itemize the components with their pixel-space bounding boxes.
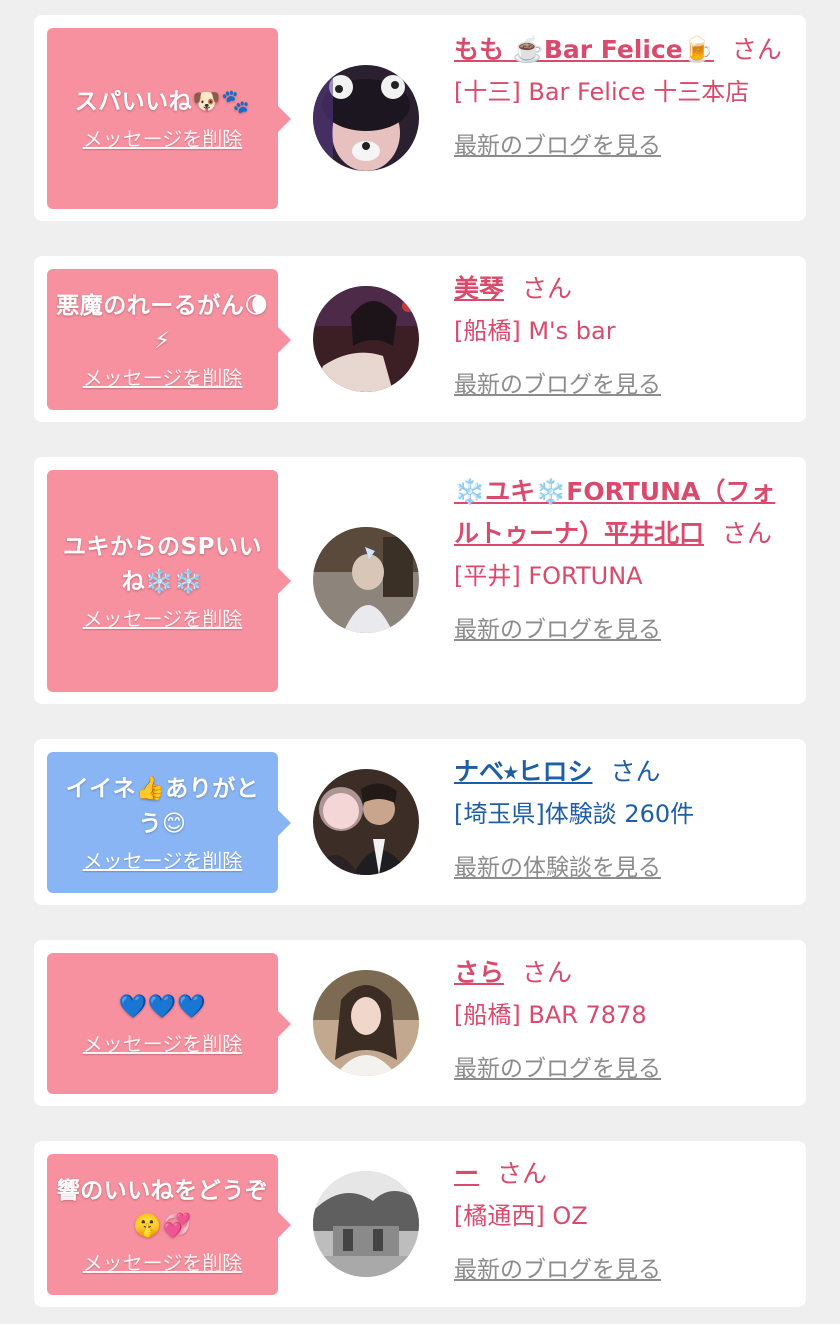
latest-blog-link[interactable]: 最新のブログを見る <box>454 1054 661 1084</box>
latest-blog-link[interactable]: 最新のブログを見る <box>454 615 661 645</box>
user-name-link[interactable]: もも ☕️Bar Felice🍺 <box>454 35 714 64</box>
list-item: スパいいね🐶🐾 メッセージを削除 もも ☕️Bar Felice🍺 さん [十三]… <box>34 15 806 221</box>
user-name-link[interactable]: 美琴 <box>454 274 504 303</box>
avatar[interactable] <box>313 286 419 392</box>
name-line: ーさん <box>454 1153 784 1195</box>
shop-label: [埼玉県]体験談 260件 <box>454 800 695 828</box>
honorific: さん <box>722 519 773 548</box>
delete-message-link[interactable]: メッセージを削除 <box>83 1250 243 1276</box>
user-info: ーさん [橘通西] OZ 最新のブログを見る <box>454 1153 784 1285</box>
message-text: ユキからのSPいいね❄️❄️ <box>63 534 262 595</box>
user-info: 美琴 さん [船橋] M's bar 最新のブログを見る <box>454 268 784 400</box>
name-line: ナベ⭑ヒロシ さん <box>454 751 784 793</box>
message-text: 響のいいねをどうぞ🤫💞 <box>56 1177 269 1239</box>
list-item: ユキからのSPいいね❄️❄️ メッセージを削除 ❄️ユキ❄️FORTUNA（フォ… <box>34 457 806 704</box>
message-text: 💙💙💙 <box>118 994 207 1020</box>
delete-message-link[interactable]: メッセージを削除 <box>83 848 243 874</box>
shop-label: [船橋] BAR 7878 <box>454 1001 647 1029</box>
list-item: 💙💙💙 メッセージを削除 さら さん [船橋] BAR 7878 最新のブログを見… <box>34 940 806 1106</box>
list-item: 響のいいねをどうぞ🤫💞 メッセージを削除 ーさん [橘通西] OZ 最新のブログ… <box>34 1141 806 1307</box>
user-name-link[interactable]: ナベ⭑ヒロシ <box>454 757 593 786</box>
delete-message-link[interactable]: メッセージを削除 <box>83 1031 243 1057</box>
list-item: イイネ👍ありがとう😊 メッセージを削除 ナベ⭑ヒロシ さん [埼玉県]体験談 26… <box>34 739 806 905</box>
message-bubble: 響のいいねをどうぞ🤫💞 メッセージを削除 <box>47 1154 291 1295</box>
message-bubble: 悪魔のれーるがん🌘⚡ メッセージを削除 <box>47 269 291 410</box>
user-name-link[interactable]: さら <box>454 958 504 987</box>
latest-review-link[interactable]: 最新の体験談を見る <box>454 853 661 883</box>
message-bubble: 💙💙💙 メッセージを削除 <box>47 953 291 1094</box>
latest-blog-link[interactable]: 最新のブログを見る <box>454 370 661 400</box>
avatar[interactable] <box>313 1171 419 1277</box>
message-bubble: ユキからのSPいいね❄️❄️ メッセージを削除 <box>47 470 291 692</box>
delete-message-link[interactable]: メッセージを削除 <box>83 126 243 152</box>
shop-label: [船橋] M's bar <box>454 317 616 345</box>
message-bubble: スパいいね🐶🐾 メッセージを削除 <box>47 28 291 209</box>
honorific: さん <box>731 35 782 64</box>
avatar[interactable] <box>313 65 419 171</box>
message-text: イイネ👍ありがとう😊 <box>65 775 260 837</box>
latest-blog-link[interactable]: 最新のブログを見る <box>454 131 661 161</box>
notification-list: スパいいね🐶🐾 メッセージを削除 もも ☕️Bar Felice🍺 さん [十三]… <box>0 0 840 1324</box>
user-name-link[interactable]: ー <box>454 1159 479 1188</box>
honorific: さん <box>497 1159 548 1188</box>
honorific: さん <box>522 274 573 303</box>
list-item: 悪魔のれーるがん🌘⚡ メッセージを削除 美琴 さん [船橋] M's bar 最新… <box>34 256 806 422</box>
name-line: さら さん <box>454 952 784 994</box>
user-info: さら さん [船橋] BAR 7878 最新のブログを見る <box>454 952 784 1084</box>
avatar[interactable] <box>313 769 419 875</box>
message-text: 悪魔のれーるがん🌘⚡ <box>56 292 269 354</box>
latest-blog-link[interactable]: 最新のブログを見る <box>454 1255 661 1285</box>
user-info: ❄️ユキ❄️FORTUNA（フォルトゥーナ）平井北口 さん [平井] FORTUN… <box>454 471 784 645</box>
avatar[interactable] <box>313 970 419 1076</box>
shop-label: [十三] Bar Felice 十三本店 <box>454 78 750 106</box>
delete-message-link[interactable]: メッセージを削除 <box>83 606 243 632</box>
shop-label: [橘通西] OZ <box>454 1202 588 1230</box>
avatar[interactable] <box>313 527 419 633</box>
name-line: ❄️ユキ❄️FORTUNA（フォルトゥーナ）平井北口 さん <box>454 471 784 555</box>
user-info: もも ☕️Bar Felice🍺 さん [十三] Bar Felice 十三本店 … <box>454 29 784 161</box>
honorific: さん <box>610 757 661 786</box>
message-text: スパいいね🐶🐾 <box>74 89 251 115</box>
honorific: さん <box>522 958 573 987</box>
shop-label: [平井] FORTUNA <box>454 562 643 590</box>
delete-message-link[interactable]: メッセージを削除 <box>83 365 243 391</box>
message-bubble: イイネ👍ありがとう😊 メッセージを削除 <box>47 752 291 893</box>
user-info: ナベ⭑ヒロシ さん [埼玉県]体験談 260件 最新の体験談を見る <box>454 751 784 883</box>
name-line: 美琴 さん <box>454 268 784 310</box>
name-line: もも ☕️Bar Felice🍺 さん <box>454 29 784 71</box>
